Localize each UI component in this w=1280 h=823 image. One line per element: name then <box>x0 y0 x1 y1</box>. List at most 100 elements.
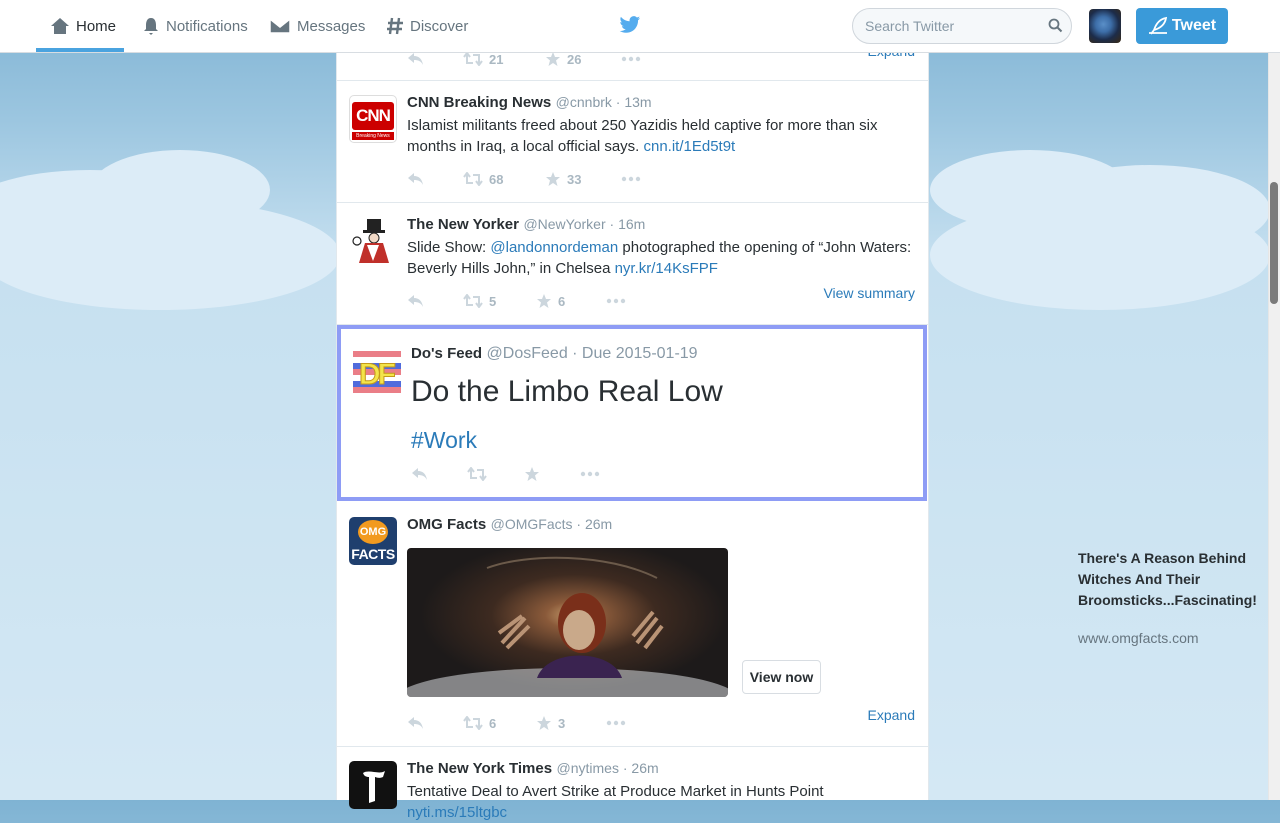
more-action[interactable] <box>580 471 606 477</box>
scrollbar-thumb[interactable] <box>1270 182 1278 304</box>
author-name[interactable]: CNN Breaking News <box>407 94 551 111</box>
compose-tweet-button[interactable]: Tweet <box>1136 8 1228 44</box>
card-domain[interactable]: www.omgfacts.com <box>1078 630 1258 646</box>
retweet-icon <box>463 172 483 186</box>
mention-link[interactable]: @landonnordeman <box>490 239 618 256</box>
nav-discover[interactable]: Discover <box>386 0 468 52</box>
author-meta[interactable]: @OMGFacts · 26m <box>491 516 613 532</box>
tweet-actions <box>411 464 606 484</box>
author-meta[interactable]: @cnnbrk · 13m <box>556 94 652 110</box>
hashtag-icon <box>387 17 403 35</box>
tweet-header: OMG Facts @OMGFacts · 26m <box>407 516 612 534</box>
user-avatar[interactable] <box>1089 9 1121 43</box>
retweet-action[interactable] <box>467 467 524 481</box>
expand-link[interactable]: Expand <box>868 707 915 723</box>
tweet-nytimes[interactable]: The New York Times @nytimes · 26m Tentat… <box>337 747 928 821</box>
twitter-bird-icon[interactable] <box>619 15 641 35</box>
reply-action[interactable] <box>407 52 463 66</box>
tweet-cnn[interactable]: CNN Breaking News CNN Breaking News @cnn… <box>337 81 928 203</box>
favorite-action[interactable] <box>524 466 580 482</box>
scrollbar-track[interactable] <box>1268 0 1280 800</box>
retweet-action[interactable]: 68 <box>463 172 545 187</box>
favorite-action[interactable]: 26 <box>545 51 621 67</box>
retweet-icon <box>463 294 483 308</box>
retweet-icon <box>463 52 483 66</box>
nav-home-label: Home <box>76 17 117 35</box>
tweet-new-yorker[interactable]: The New Yorker @NewYorker · 16m Slide Sh… <box>337 203 928 325</box>
more-action[interactable] <box>621 56 647 62</box>
more-action[interactable] <box>621 176 647 182</box>
retweet-action[interactable]: 6 <box>463 716 536 731</box>
search-icon[interactable] <box>1048 18 1063 33</box>
df-logo-text: DF <box>359 358 397 392</box>
tweet-header: The New York Times @nytimes · 26m <box>407 760 659 778</box>
more-action[interactable] <box>606 720 632 726</box>
active-tab-indicator <box>36 48 124 52</box>
reply-action[interactable] <box>411 467 467 481</box>
nav-notifications-label: Notifications <box>166 17 248 35</box>
tweet-link[interactable]: nyr.kr/14KsFPF <box>615 260 718 277</box>
omg-logo-top: OMG <box>358 520 388 544</box>
tweet-header: The New Yorker @NewYorker · 16m <box>407 216 645 234</box>
author-name[interactable]: Do's Feed <box>411 345 482 362</box>
star-icon <box>525 467 539 481</box>
tweet-avatar-nytimes[interactable] <box>349 761 397 809</box>
tweet-avatar-dos-feed[interactable]: DF <box>353 351 401 397</box>
nav-messages[interactable]: Messages <box>269 0 365 52</box>
retweet-icon <box>463 716 483 730</box>
home-icon <box>51 18 69 34</box>
favorite-count: 6 <box>558 293 566 309</box>
retweet-count: 68 <box>489 171 504 187</box>
favorite-action[interactable]: 3 <box>536 715 606 731</box>
hashtag-link[interactable]: #Work <box>411 427 477 454</box>
reply-action[interactable] <box>407 294 463 308</box>
reply-icon <box>408 53 423 65</box>
author-name[interactable]: OMG Facts <box>407 516 486 533</box>
favorite-action[interactable]: 6 <box>536 293 606 309</box>
more-icon <box>580 471 600 477</box>
author-name[interactable]: The New York Times <box>407 760 552 777</box>
tweet-avatar-omg-facts[interactable]: OMG FACTS <box>349 517 397 565</box>
retweet-action[interactable]: 21 <box>463 52 545 67</box>
search-input[interactable] <box>852 8 1072 44</box>
retweet-action[interactable]: 5 <box>463 294 536 309</box>
star-icon <box>537 716 551 730</box>
reply-action[interactable] <box>407 172 463 186</box>
author-name[interactable]: The New Yorker <box>407 216 519 233</box>
tweet-text: Slide Show: @landonnordeman photographed… <box>407 237 917 279</box>
reply-icon <box>408 295 423 307</box>
top-navigation-bar: Home Notifications Messages Discover Twe… <box>0 0 1280 53</box>
tweet-link[interactable]: cnn.it/1Ed5t9t <box>644 138 736 155</box>
author-meta[interactable]: @nytimes · 26m <box>557 760 659 776</box>
nyt-t-logo-icon <box>363 771 385 803</box>
author-meta[interactable]: @NewYorker · 16m <box>523 216 645 232</box>
timeline: 21 26 Expand CNN Breaking News CNN Break… <box>336 0 1257 821</box>
tweet-avatar-cnn[interactable]: CNN Breaking News <box>349 95 397 143</box>
star-icon <box>546 172 560 186</box>
tweet-text: Tentative Deal to Avert Strike at Produc… <box>407 781 917 823</box>
retweet-count: 5 <box>489 293 497 309</box>
more-icon <box>621 176 641 182</box>
nav-discover-label: Discover <box>410 17 469 35</box>
tweet-link[interactable]: nyti.ms/15ltgbc <box>407 804 507 821</box>
nav-notifications[interactable]: Notifications <box>142 0 248 52</box>
tweet-text-part-a: Slide Show: <box>407 239 491 256</box>
reply-icon <box>412 468 427 480</box>
author-meta[interactable]: @DosFeed · Due 2015-01-19 <box>487 345 698 362</box>
tweet-text-body: Tentative Deal to Avert Strike at Produc… <box>407 783 824 800</box>
tweet-avatar-new-yorker[interactable] <box>349 217 397 265</box>
view-summary-link[interactable]: View summary <box>823 285 915 301</box>
tweet-text-body: Islamist militants freed about 250 Yazid… <box>407 117 878 155</box>
card-title[interactable]: There's A Reason Behind Witches And Thei… <box>1078 548 1258 611</box>
favorite-action[interactable]: 33 <box>545 171 621 187</box>
view-now-button[interactable]: View now <box>742 660 821 694</box>
star-icon <box>537 294 551 308</box>
card-image[interactable] <box>407 548 728 697</box>
highlighted-tweet-dos-feed[interactable]: DF Do's Feed @DosFeed · Due 2015-01-19 D… <box>337 325 927 501</box>
nav-home[interactable]: Home <box>50 0 116 52</box>
more-action[interactable] <box>606 298 632 304</box>
witch-illustration <box>407 556 728 697</box>
reply-action[interactable] <box>407 716 463 730</box>
reply-icon <box>408 173 423 185</box>
more-icon <box>606 720 626 726</box>
